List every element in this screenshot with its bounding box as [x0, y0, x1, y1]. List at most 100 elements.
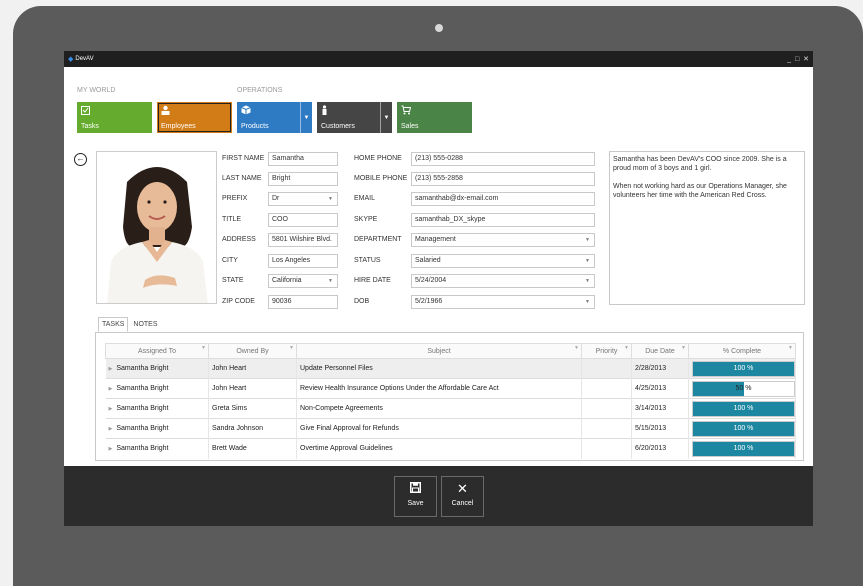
cell-assigned-to: ▶ Samantha Bright [105, 378, 209, 399]
chevron-down-icon: ▼ [585, 237, 590, 243]
app-logo-icon: ◆ [68, 56, 74, 63]
filter-icon[interactable]: ▼ [201, 345, 206, 351]
state-value: California [272, 277, 302, 284]
first-name-label: FIRST NAME [222, 155, 265, 162]
mobile-phone-field[interactable]: (213) 555-2858 [411, 172, 595, 186]
table-row[interactable]: ▶ Samantha Bright John Heart Update Perso… [105, 358, 796, 379]
bio-paragraph: When not working hard as our Operations … [613, 183, 787, 199]
tasks-grid-panel: Assigned To ▼ Owned By ▼ Subject ▼ Priority… [95, 332, 804, 461]
cell-owned-by: Brett Wade [208, 438, 297, 459]
table-row[interactable]: ▶ Samantha Bright John Heart Review Healt… [105, 378, 796, 399]
chevron-right-icon[interactable]: ▶ [109, 426, 113, 432]
column-header-due-date[interactable]: Due Date ▼ [631, 343, 689, 359]
progress-text: 100 % [733, 364, 754, 372]
chevron-right-icon[interactable]: ▶ [109, 406, 113, 412]
table-row[interactable]: ▶ Samantha Bright Brett Wade Overtime App… [105, 438, 796, 459]
cell-text: Samantha Bright [116, 365, 169, 372]
employee-photo [96, 151, 217, 304]
skype-field[interactable]: samanthab_DX_skype [411, 213, 595, 227]
tile-employees[interactable]: Employees [157, 102, 232, 133]
back-arrow-icon[interactable]: ← [74, 153, 87, 166]
filter-icon[interactable]: ▼ [574, 345, 579, 351]
column-header-percent-complete[interactable]: % Complete ▼ [688, 343, 796, 359]
tab-tasks[interactable]: TASKS [98, 317, 129, 332]
last-name-field[interactable]: Bright [268, 172, 338, 186]
cell-owned-by: John Heart [208, 358, 297, 379]
department-select[interactable]: Management ▼ [411, 233, 595, 247]
filter-icon[interactable]: ▼ [788, 345, 793, 351]
title-field[interactable]: COO [268, 213, 338, 227]
cell-priority [581, 438, 632, 459]
bio-notes-field[interactable]: Samantha has been DevAV's COO since 2009… [609, 151, 805, 305]
prefix-select[interactable]: Dr ▼ [268, 192, 338, 206]
tile-customers[interactable]: Customers ▼ [317, 102, 392, 133]
status-select[interactable]: Salaried ▼ [411, 254, 595, 268]
cell-priority [581, 418, 632, 439]
column-header-assigned-to[interactable]: Assigned To ▼ [105, 343, 209, 359]
column-header-label: Due Date [645, 347, 675, 355]
department-label: DEPARTMENT [354, 236, 402, 243]
save-button[interactable]: Save [394, 476, 437, 517]
cell-assigned-to: ▶ Samantha Bright [105, 398, 209, 419]
chevron-right-icon[interactable]: ▶ [109, 366, 113, 372]
group-label-my-world: MY WORLD [77, 87, 116, 94]
dob-label: DOB [354, 298, 370, 305]
title-label: TITLE [222, 216, 242, 223]
tablet-frame: ◆ DevAV _ □ ✕ MY WORLD OPERATIONS Tasks … [13, 6, 863, 586]
bio-paragraph: Samantha has been DevAV's COO since 2009… [613, 156, 787, 172]
person-icon [161, 105, 170, 118]
column-header-label: Assigned To [137, 347, 176, 355]
box-icon [241, 105, 251, 118]
column-header-owned-by[interactable]: Owned By ▼ [208, 343, 297, 359]
cell-assigned-to: ▶ Samantha Bright [105, 358, 209, 379]
progress-text: 100 % [733, 404, 754, 412]
cell-percent-complete: 100 % [688, 398, 796, 419]
cell-due-date: 4/25/2013 [631, 378, 689, 399]
title-bar: ◆ DevAV _ □ ✕ [64, 51, 813, 67]
progress-bar: 100 % [692, 400, 795, 417]
app-title: DevAV [75, 56, 94, 62]
window-controls[interactable]: _ □ ✕ [787, 55, 810, 63]
chevron-down-icon[interactable]: ▼ [380, 102, 392, 133]
tile-sales-label: Sales [401, 123, 419, 130]
tab-notes[interactable]: NOTES [130, 318, 160, 331]
chevron-down-icon[interactable]: ▼ [300, 102, 312, 133]
zip-field[interactable]: 90036 [268, 295, 338, 309]
tile-employees-label: Employees [161, 123, 196, 130]
home-phone-field[interactable]: (213) 555-0288 [411, 152, 595, 166]
chevron-down-icon: ▼ [328, 196, 333, 202]
cell-text: Samantha Bright [116, 385, 169, 392]
chevron-right-icon[interactable]: ▶ [109, 446, 113, 452]
filter-icon[interactable]: ▼ [289, 345, 294, 351]
address-field[interactable]: 5801 Wilshire Blvd. [268, 233, 338, 247]
grid-header-row: Assigned To ▼ Owned By ▼ Subject ▼ Priority… [105, 343, 796, 359]
hire-date-picker[interactable]: 5/24/2004 ▼ [411, 274, 595, 288]
column-header-subject[interactable]: Subject ▼ [296, 343, 582, 359]
department-value: Management [415, 236, 456, 243]
address-label: ADDRESS [222, 236, 256, 243]
home-phone-label: HOME PHONE [354, 155, 402, 162]
table-row[interactable]: ▶ Samantha Bright Sandra Johnson Give Fin… [105, 418, 796, 439]
cancel-button[interactable]: ✕ Cancel [441, 476, 484, 517]
dob-picker[interactable]: 5/2/1966 ▼ [411, 295, 595, 309]
city-field[interactable]: Los Angeles [268, 254, 338, 268]
chevron-right-icon[interactable]: ▶ [109, 386, 113, 392]
close-icon: ✕ [457, 481, 468, 496]
tile-sales[interactable]: Sales [397, 102, 472, 133]
table-row[interactable]: ▶ Samantha Bright Greta Sims Non-Compete … [105, 398, 796, 419]
email-field[interactable]: samanthab@dx-email.com [411, 192, 595, 206]
cell-subject: Non-Compete Agreements [296, 398, 582, 419]
first-name-field[interactable]: Samantha [268, 152, 338, 166]
filter-icon[interactable]: ▼ [681, 345, 686, 351]
chevron-down-icon: ▼ [585, 258, 590, 264]
filter-icon[interactable]: ▼ [624, 345, 629, 351]
tile-products[interactable]: Products ▼ [237, 102, 312, 133]
column-header-priority[interactable]: Priority ▼ [581, 343, 632, 359]
cell-due-date: 3/14/2013 [631, 398, 689, 419]
tile-tasks-label: Tasks [81, 123, 99, 130]
state-select[interactable]: California ▼ [268, 274, 338, 288]
detail-tabs: TASKS NOTES [98, 317, 161, 332]
cell-priority [581, 358, 632, 379]
progress-bar: 100 % [692, 440, 795, 457]
tile-tasks[interactable]: Tasks [77, 102, 152, 133]
